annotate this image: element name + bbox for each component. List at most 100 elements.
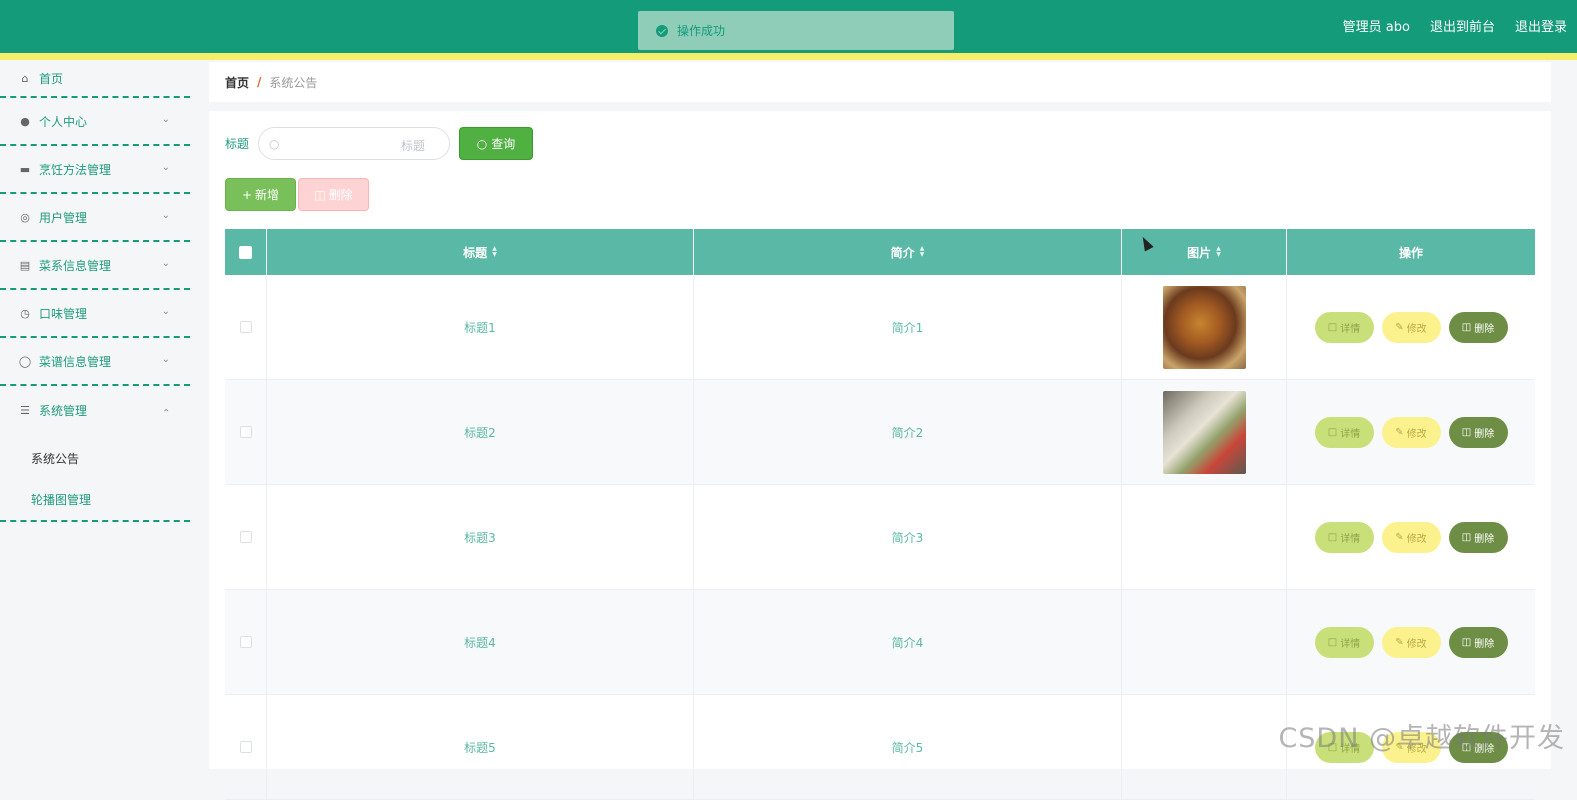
query-button[interactable]: ○ 查询	[459, 127, 533, 160]
actions-cell: □详情 ✎修改 ◫删除	[1287, 485, 1535, 589]
search-row: 标题 ○ 标题 ○ 查询	[225, 127, 533, 160]
batch-delete-button[interactable]: ◫ 删除	[298, 178, 369, 211]
trash-icon: ◫	[1462, 637, 1471, 648]
column-label: 简介	[891, 244, 915, 261]
edit-label: 修改	[1407, 635, 1427, 650]
pencil-icon: ✎	[1395, 427, 1403, 438]
intro-cell: 简介5	[694, 695, 1122, 799]
select-all-checkbox[interactable]	[239, 246, 252, 259]
table-row: 标题1 简介1 □详情 ✎ 修改 ◫删除	[225, 275, 1535, 380]
document-icon: □	[1328, 427, 1337, 438]
sidebar-item-personal-center[interactable]: ● 个人中心 ⌄	[0, 98, 190, 146]
trash-icon: ◫	[1462, 532, 1471, 543]
actions-cell: □详情 ✎ 修改 ◫删除	[1287, 275, 1535, 379]
edit-button[interactable]: ✎ 修改	[1382, 312, 1441, 343]
check-circle-icon	[656, 25, 668, 37]
header-accent-strip	[0, 53, 1577, 60]
lifebuoy-icon: ◯	[18, 355, 32, 368]
user-icon: ●	[18, 115, 32, 128]
column-header-title[interactable]: 标题 ▲▼	[267, 229, 694, 275]
delete-button[interactable]: ◫删除	[1449, 627, 1508, 658]
sidebar-item-home[interactable]: ⌂ 首页	[0, 60, 190, 98]
sidebar-item-system[interactable]: ☰ 系统管理 ⌄	[0, 386, 190, 434]
edit-button[interactable]: ✎修改	[1382, 417, 1441, 448]
actions-cell: □详情 ✎ 修改 ◫删除	[1287, 590, 1535, 694]
column-label: 操作	[1399, 244, 1423, 261]
detail-label: 详情	[1340, 635, 1360, 650]
delete-button[interactable]: ◫删除	[1449, 417, 1508, 448]
success-toast: 操作成功	[638, 11, 954, 50]
exit-to-frontend-link[interactable]: 退出到前台	[1430, 16, 1495, 35]
search-icon: ○	[477, 137, 487, 151]
search-input[interactable]: ○ 标题	[258, 127, 450, 160]
intro-cell: 简介2	[694, 380, 1122, 484]
plus-icon: +	[242, 188, 252, 202]
delete-button[interactable]: ◫删除	[1449, 312, 1508, 343]
detail-button[interactable]: □详情	[1315, 417, 1374, 448]
intro-cell: 简介4	[694, 590, 1122, 694]
sidebar-subitem-announcements[interactable]: 系统公告	[0, 438, 190, 479]
column-header-actions: 操作	[1287, 229, 1535, 275]
sidebar-item-label: 烹饪方法管理	[39, 161, 111, 178]
document-icon: □	[1328, 322, 1337, 333]
table-row: 标题4 简介4 □详情 ✎修改 ◫删除	[225, 590, 1535, 695]
sort-icon[interactable]: ▲▼	[920, 246, 925, 258]
column-label: 图片	[1187, 244, 1211, 261]
row-select-cell	[225, 485, 267, 589]
search-icon: ○	[269, 137, 279, 151]
row-checkbox[interactable]	[240, 531, 252, 543]
row-select-cell	[225, 695, 267, 799]
sort-icon[interactable]: ▲▼	[492, 246, 497, 258]
pencil-icon: ✎	[1395, 322, 1403, 333]
column-label: 标题	[463, 244, 487, 261]
image-cell	[1122, 380, 1287, 484]
trash-icon: ◫	[1462, 322, 1471, 333]
food-thumbnail[interactable]	[1163, 286, 1246, 369]
table-row: 标题3 简介3 □详情 ✎修改 ◫删除	[225, 485, 1535, 590]
logout-link[interactable]: 退出登录	[1515, 16, 1567, 35]
sidebar-item-label: 个人中心	[39, 113, 87, 130]
row-checkbox[interactable]	[240, 426, 252, 438]
mic-icon: ◎	[18, 211, 32, 224]
main-content: 标题 ○ 标题 ○ 查询 + 新增 ◫ 删除 标题 ▲▼ 简介 ▲▼ 图片 ▲▼ 操作	[209, 111, 1551, 769]
row-checkbox[interactable]	[240, 636, 252, 648]
pencil-icon: ✎	[1395, 637, 1403, 648]
edit-label: 修改	[1407, 320, 1427, 335]
sidebar-item-flavors[interactable]: ◷ 口味管理 ⌄	[0, 290, 190, 338]
detail-button[interactable]: □详情	[1315, 312, 1374, 343]
edit-button[interactable]: ✎修改	[1382, 522, 1441, 553]
delete-button-label: 删除	[329, 186, 353, 203]
intro-cell: 简介1	[694, 275, 1122, 379]
add-button[interactable]: + 新增	[225, 178, 296, 211]
clipboard-icon: ▤	[18, 259, 32, 272]
row-checkbox[interactable]	[240, 321, 252, 333]
row-select-cell	[225, 590, 267, 694]
sidebar-item-label: 口味管理	[39, 305, 87, 322]
food-thumbnail[interactable]	[1163, 391, 1246, 474]
title-cell: 标题1	[267, 275, 694, 379]
sidebar-item-cuisines[interactable]: ▤ 菜系信息管理 ⌄	[0, 242, 190, 290]
breadcrumb-separator: /	[257, 75, 261, 89]
sidebar-item-cooking-methods[interactable]: ▬ 烹饪方法管理 ⌄	[0, 146, 190, 194]
row-checkbox[interactable]	[240, 741, 252, 753]
sidebar-item-label: 首页	[39, 70, 63, 87]
breadcrumb-current: 系统公告	[269, 74, 317, 91]
breadcrumb-home[interactable]: 首页	[225, 74, 249, 91]
delete-button[interactable]: ◫删除	[1449, 522, 1508, 553]
column-header-intro[interactable]: 简介 ▲▼	[694, 229, 1122, 275]
watermark: CSDN @卓越软件开发	[1278, 716, 1565, 755]
sidebar-subitem-carousel[interactable]: 轮播图管理	[0, 479, 190, 520]
edit-button[interactable]: ✎ 修改	[1382, 627, 1441, 658]
pencil-icon: ✎	[1395, 532, 1403, 543]
intro-cell: 简介3	[694, 485, 1122, 589]
detail-button[interactable]: □详情	[1315, 627, 1374, 658]
compass-icon: ◷	[18, 307, 32, 320]
sidebar-item-label: 用户管理	[39, 209, 87, 226]
sidebar-item-recipes[interactable]: ◯ 菜谱信息管理 ⌄	[0, 338, 190, 386]
title-cell: 标题5	[267, 695, 694, 799]
detail-button[interactable]: □详情	[1315, 522, 1374, 553]
sidebar-item-users[interactable]: ◎ 用户管理 ⌄	[0, 194, 190, 242]
sort-icon[interactable]: ▲▼	[1216, 246, 1221, 258]
system-submenu: 系统公告 轮播图管理	[0, 434, 190, 522]
announcement-table: 标题▲▼ 简介▲▼ 图片▲▼ 操作 标题1 简介1 □详情 ✎修改 ◫删除 标题…	[225, 229, 1535, 800]
